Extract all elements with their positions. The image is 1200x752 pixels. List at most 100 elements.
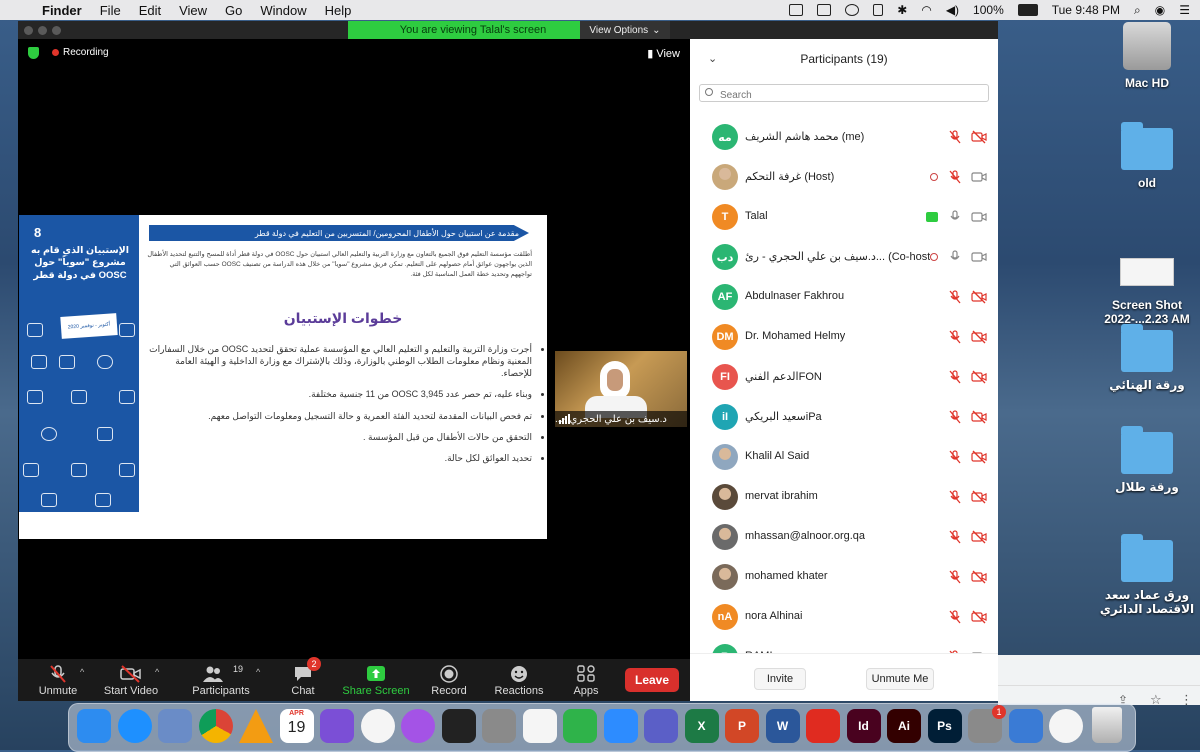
video-camera-off-icon[interactable] [971, 530, 987, 544]
participant-search[interactable] [699, 84, 989, 102]
microphone-muted-icon[interactable] [948, 450, 962, 464]
microphone-muted-icon[interactable] [948, 490, 962, 504]
video-camera-off-icon[interactable] [971, 370, 987, 384]
dock-app-podcasts-icon[interactable] [401, 709, 435, 743]
view-button[interactable]: ▮ View [647, 47, 680, 60]
dock-app-vlc-icon[interactable] [239, 709, 273, 743]
dock-app-photos-icon[interactable] [360, 709, 395, 743]
video-camera-off-icon[interactable] [971, 130, 987, 144]
start-video-button[interactable]: Start Video [91, 659, 171, 701]
participant-row[interactable]: nA nora Alhinai [690, 597, 998, 637]
desktop-icon-shot[interactable]: Screen Shot 2022-...2.23 AM [1092, 240, 1200, 326]
desktop-icon-folder[interactable]: ورق عماد سعد الاقتصاد الدائري [1092, 534, 1200, 616]
chat-button[interactable]: 2 Chat [263, 657, 343, 701]
bluetooth-icon[interactable]: ✱ [897, 3, 907, 17]
bookmark-star-icon[interactable]: ☆ [1150, 692, 1162, 708]
unmute-button[interactable]: Unmute [18, 659, 98, 701]
zoom-status-icon[interactable] [789, 4, 804, 16]
dock-app-excel-icon[interactable]: X [684, 709, 719, 743]
desktop-icon-hd[interactable]: Mac HD [1092, 22, 1200, 90]
microphone-muted-icon[interactable] [948, 370, 962, 384]
dock-app-finder-icon[interactable] [77, 709, 111, 743]
video-camera-off-icon[interactable] [971, 570, 987, 584]
unmute-me-button[interactable]: Unmute Me [866, 668, 934, 690]
video-camera-off-icon[interactable] [971, 410, 987, 424]
control-center-icon[interactable]: ☰ [1179, 3, 1190, 17]
wifi-icon[interactable]: ◠ [921, 3, 931, 17]
video-camera-icon[interactable] [971, 250, 987, 264]
microphone-muted-icon[interactable] [948, 610, 962, 624]
desktop-icon-folder[interactable]: ورقة الهنائي [1092, 324, 1200, 392]
encryption-shield-icon[interactable] [28, 47, 39, 59]
dock-app-calculator-icon[interactable] [482, 709, 516, 743]
view-options-button[interactable]: View Options ⌄ [580, 21, 670, 39]
dock-app-word-icon[interactable]: W [765, 709, 800, 743]
dock-app-photoshop-icon[interactable]: Ps [927, 709, 962, 743]
video-camera-icon[interactable] [971, 170, 987, 184]
chrome-menu-icon[interactable]: ⋮ [1180, 692, 1193, 708]
desktop-icon-folder[interactable]: ورقة طلال [1092, 426, 1200, 494]
menu-go[interactable]: Go [225, 3, 242, 18]
microphone-muted-icon[interactable] [948, 170, 962, 184]
invite-button[interactable]: Invite [754, 668, 806, 690]
desktop-icon-folder[interactable]: old [1092, 122, 1200, 190]
participant-row[interactable]: FI الدعم الفنيFON [690, 357, 998, 397]
menu-edit[interactable]: Edit [139, 3, 161, 18]
video-camera-off-icon[interactable] [971, 290, 987, 304]
battery-icon[interactable] [1017, 4, 1038, 16]
dock-app-preview-icon[interactable] [158, 709, 192, 743]
siri-icon[interactable]: ◉ [1155, 3, 1165, 17]
dock-app-blue-app-icon[interactable] [1008, 709, 1043, 743]
microphone-muted-icon[interactable] [948, 410, 962, 424]
dock-app-apple-tv-icon[interactable] [441, 709, 476, 743]
volume-icon[interactable]: ◀) [946, 3, 959, 17]
microphone-icon[interactable] [948, 210, 962, 224]
participant-row[interactable]: مه محمد هاشم الشريف (me) [690, 117, 998, 157]
dock-app-zoom-icon[interactable] [603, 709, 638, 743]
dock-app-imovie-icon[interactable] [320, 709, 354, 743]
dock-app-illustrator-icon[interactable]: Ai [887, 709, 921, 743]
recording-indicator[interactable]: Recording [52, 47, 109, 58]
time-machine-icon[interactable] [845, 4, 860, 16]
trash-icon[interactable] [1092, 707, 1122, 743]
dock-app-chrome-icon[interactable] [198, 709, 233, 743]
participant-row[interactable]: DM Dr. Mohamed Helmy [690, 317, 998, 357]
clock[interactable]: Tue 9:48 PM [1052, 3, 1120, 17]
minimize-window-button[interactable] [38, 26, 47, 35]
participant-row[interactable]: RRAMI [690, 637, 998, 653]
dock-app-indesign-icon[interactable]: Id [846, 709, 881, 743]
close-window-button[interactable] [24, 26, 33, 35]
participant-row[interactable]: T Talal [690, 197, 998, 237]
video-camera-off-icon[interactable] [971, 330, 987, 344]
dock-app-music-icon[interactable] [1049, 709, 1083, 743]
dock-app-teams-icon[interactable] [644, 709, 678, 743]
speaker-video-thumbnail[interactable]: د.سيف بن علي الحجري -... [555, 351, 687, 427]
dock-app-calendar-icon[interactable]: APR 19 [279, 709, 314, 743]
menu-file[interactable]: File [100, 3, 121, 18]
share-screen-button[interactable]: Share Screen [336, 659, 416, 701]
menu-help[interactable]: Help [325, 3, 352, 18]
dock-app-numbers-icon[interactable] [563, 709, 597, 743]
battery-percent[interactable]: 100% [973, 3, 1004, 17]
address-bar[interactable] [998, 685, 1200, 686]
keyboard-input-icon[interactable] [873, 4, 884, 16]
microphone-muted-icon[interactable] [948, 530, 962, 544]
zoom-window-button[interactable] [52, 26, 61, 35]
participant-row[interactable]: iI سعيد البريكيiPa [690, 397, 998, 437]
dock-app-acrobat-icon[interactable] [806, 709, 840, 743]
video-options-chevron-icon[interactable]: ^ [155, 667, 159, 677]
airplay-icon[interactable] [817, 4, 832, 16]
dock-app-safari-icon[interactable] [117, 709, 152, 743]
microphone-muted-icon[interactable] [948, 290, 962, 304]
apps-button[interactable]: Apps [546, 659, 626, 701]
menu-app-name[interactable]: Finder [42, 3, 82, 18]
title-bar[interactable]: You are viewing Talal's screen View Opti… [18, 21, 998, 39]
menu-view[interactable]: View [179, 3, 207, 18]
microphone-muted-icon[interactable] [948, 330, 962, 344]
menu-window[interactable]: Window [260, 3, 306, 18]
participants-options-chevron-icon[interactable]: ^ [256, 667, 260, 677]
participant-row[interactable]: دب د.سيف بن علي الحجري - رئ... (Co-host) [690, 237, 998, 277]
dock-app-powerpoint-icon[interactable]: P [725, 709, 759, 743]
dock-app-textedit-icon[interactable] [522, 709, 557, 743]
video-camera-icon[interactable] [971, 210, 987, 224]
